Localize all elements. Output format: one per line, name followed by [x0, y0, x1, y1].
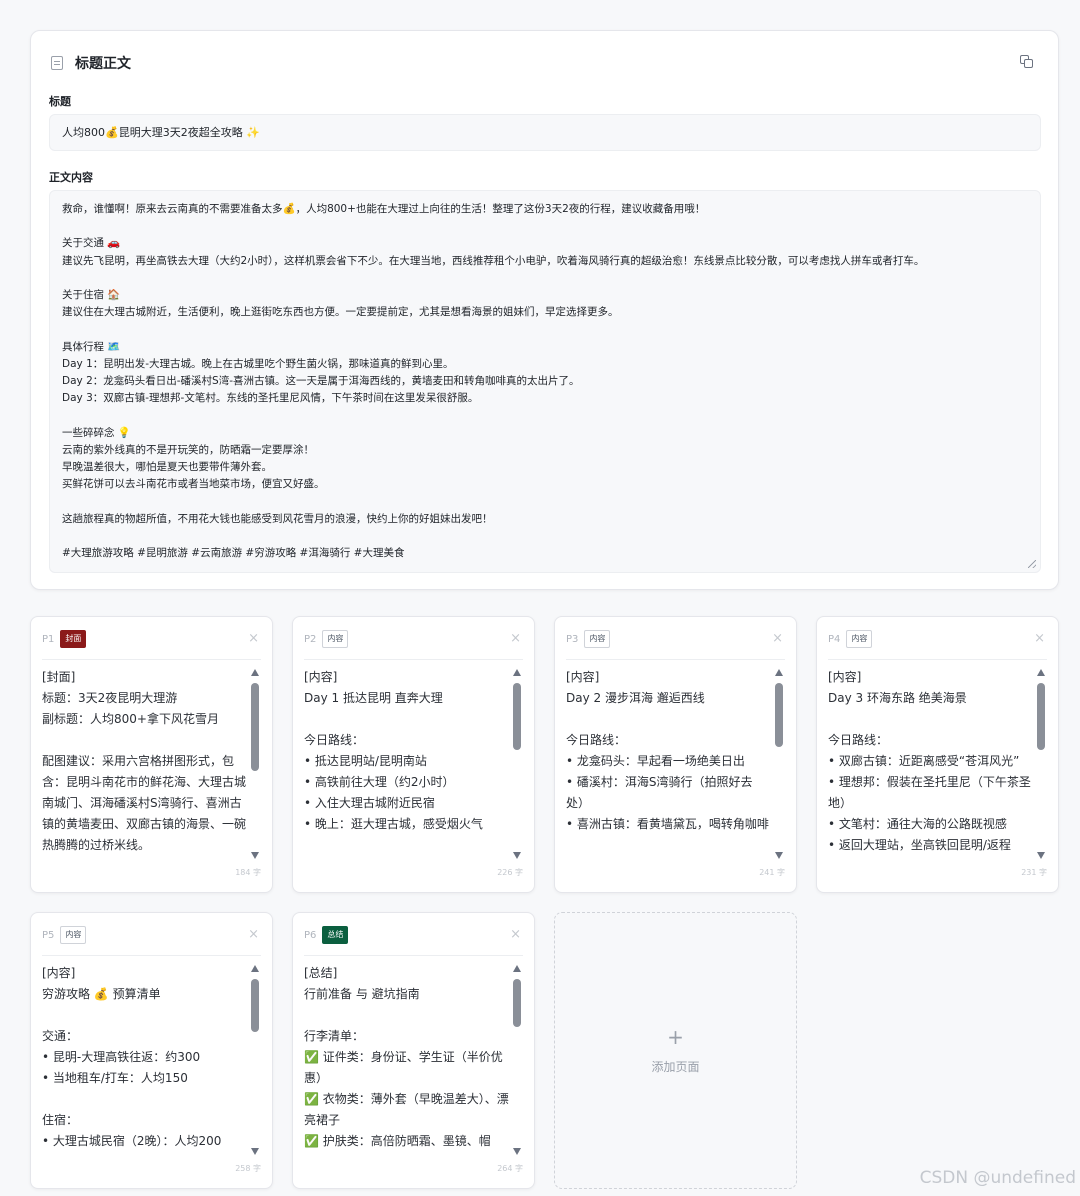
page-content-textarea[interactable]: [总结] 行前准备 与 避坑指南 行李清单： ✅ 证件类：身份证、学生证（半价优…	[304, 963, 509, 1153]
page-type-badge: 封面	[60, 630, 87, 648]
page-card-header: P2 内容 ×	[304, 629, 523, 649]
scroll-down-icon[interactable]	[775, 852, 783, 859]
plus-icon: +	[667, 1025, 684, 1049]
divider	[42, 955, 261, 956]
document-icon	[51, 56, 63, 70]
scroll-down-icon[interactable]	[513, 1148, 521, 1155]
page-number: P4	[828, 633, 841, 645]
close-icon[interactable]: ×	[772, 631, 783, 646]
scroll-up-icon[interactable]	[513, 965, 521, 972]
title-label: 标题	[49, 95, 71, 108]
page-content-textarea[interactable]: [内容] Day 3 环海东路 绝美海景 今日路线： • 双廊古镇：近距离感受“…	[828, 667, 1033, 857]
scrollbar[interactable]	[250, 965, 260, 1155]
scrollbar[interactable]	[250, 669, 260, 859]
page-type-badge: 总结	[322, 926, 349, 944]
close-icon[interactable]: ×	[1034, 631, 1045, 646]
scroll-down-icon[interactable]	[251, 1148, 259, 1155]
scrollbar-thumb[interactable]	[251, 683, 259, 771]
char-count: 241 字	[759, 868, 785, 877]
scrollbar[interactable]	[1036, 669, 1046, 859]
page-card-header: P1 封面 ×	[42, 629, 261, 649]
page-type-badge: 内容	[60, 926, 87, 944]
page-number: P2	[304, 633, 317, 645]
scroll-up-icon[interactable]	[251, 965, 259, 972]
page-content-textarea[interactable]: [内容] Day 1 抵达昆明 直奔大理 今日路线： • 抵达昆明站/昆明南站 …	[304, 667, 509, 857]
copy-icon[interactable]	[1020, 55, 1034, 69]
scrollbar-thumb[interactable]	[251, 979, 259, 1032]
scrollbar-thumb[interactable]	[513, 979, 521, 1027]
char-count: 258 字	[235, 1164, 261, 1173]
page-card-header: P5 内容 ×	[42, 925, 261, 945]
close-icon[interactable]: ×	[248, 927, 259, 942]
scroll-up-icon[interactable]	[251, 669, 259, 676]
close-icon[interactable]: ×	[248, 631, 259, 646]
divider	[828, 659, 1047, 660]
add-page-label: 添加页面	[651, 1060, 700, 1074]
divider	[304, 659, 523, 660]
page-number: P1	[42, 633, 55, 645]
scroll-down-icon[interactable]	[513, 852, 521, 859]
page-card[interactable]: P2 内容 × [内容] Day 1 抵达昆明 直奔大理 今日路线： • 抵达昆明站/…	[292, 616, 535, 893]
page-number: P5	[42, 929, 55, 941]
scroll-down-icon[interactable]	[251, 852, 259, 859]
scroll-down-icon[interactable]	[1037, 852, 1045, 859]
scrollbar[interactable]	[774, 669, 784, 859]
panel-title: 标题正文	[75, 56, 131, 72]
page-content-textarea[interactable]: [内容] Day 2 漫步洱海 邂逅西线 今日路线： • 龙龛码头：早起看一场绝…	[566, 667, 771, 857]
page-card[interactable]: P6 总结 × [总结] 行前准备 与 避坑指南 行李清单： ✅ 证件类：身份证、学生…	[292, 912, 535, 1189]
page-card[interactable]: P3 内容 × [内容] Day 2 漫步洱海 邂逅西线 今日路线： • 龙龛码头：早…	[554, 616, 797, 893]
add-page-button[interactable]: + 添加页面	[554, 912, 797, 1189]
page-number: P6	[304, 929, 317, 941]
char-count: 184 字	[235, 868, 261, 877]
body-label: 正文内容	[49, 171, 93, 184]
page-card[interactable]: P5 内容 × [内容] 穷游攻略 💰 预算清单 交通： • 昆明-大理高铁往返：约3…	[30, 912, 273, 1189]
page-card-header: P6 总结 ×	[304, 925, 523, 945]
page-content-textarea[interactable]: [封面] 标题：3天2夜昆明大理游 副标题：人均800+拿下风花雪月 配图建议：…	[42, 667, 247, 857]
scrollbar[interactable]	[512, 965, 522, 1155]
scroll-up-icon[interactable]	[1037, 669, 1045, 676]
page-type-badge: 内容	[322, 630, 349, 648]
page-card-header: P3 内容 ×	[566, 629, 785, 649]
body-textarea[interactable]: 救命，谁懂啊！原来去云南真的不需要准备太多💰，人均800+也能在大理过上向往的生…	[49, 190, 1041, 573]
page-type-badge: 内容	[846, 630, 873, 648]
divider	[42, 659, 261, 660]
close-icon[interactable]: ×	[510, 631, 521, 646]
resize-handle-icon[interactable]	[1028, 560, 1036, 568]
close-icon[interactable]: ×	[510, 927, 521, 942]
scroll-up-icon[interactable]	[775, 669, 783, 676]
char-count: 231 字	[1021, 868, 1047, 877]
page-type-badge: 内容	[584, 630, 611, 648]
scroll-up-icon[interactable]	[513, 669, 521, 676]
watermark: CSDN @undefined	[919, 1168, 1076, 1188]
scrollbar-thumb[interactable]	[1037, 683, 1045, 750]
divider	[304, 955, 523, 956]
scrollbar-thumb[interactable]	[513, 683, 521, 750]
divider	[566, 659, 785, 660]
title-input[interactable]: 人均800💰昆明大理3天2夜超全攻略 ✨	[49, 114, 1041, 151]
char-count: 226 字	[497, 868, 523, 877]
title-body-panel: 标题正文 标题 人均800💰昆明大理3天2夜超全攻略 ✨ 正文内容 救命，谁懂啊…	[30, 30, 1059, 590]
page-number: P3	[566, 633, 579, 645]
page-card[interactable]: P4 内容 × [内容] Day 3 环海东路 绝美海景 今日路线： • 双廊古镇：近…	[816, 616, 1059, 893]
page-content-textarea[interactable]: [内容] 穷游攻略 💰 预算清单 交通： • 昆明-大理高铁往返：约300 • …	[42, 963, 247, 1153]
scrollbar-thumb[interactable]	[775, 683, 783, 747]
page-card-header: P4 内容 ×	[828, 629, 1047, 649]
char-count: 264 字	[497, 1164, 523, 1173]
panel-header: 标题正文	[51, 53, 131, 73]
page-card[interactable]: P1 封面 × [封面] 标题：3天2夜昆明大理游 副标题：人均800+拿下风花雪月 …	[30, 616, 273, 893]
scrollbar[interactable]	[512, 669, 522, 859]
